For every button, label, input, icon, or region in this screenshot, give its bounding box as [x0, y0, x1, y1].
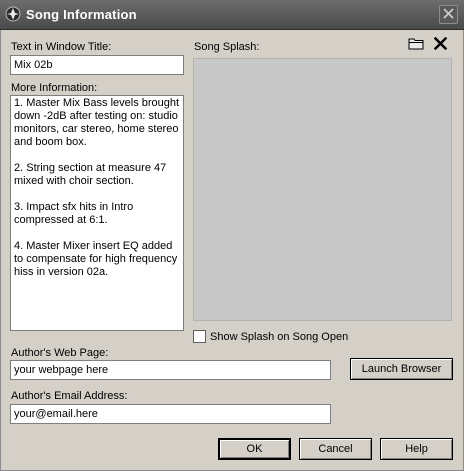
launch-browser-button[interactable]: Launch Browser	[350, 358, 453, 380]
folder-open-icon	[408, 37, 424, 53]
info-paragraph-4: 4. Master Mixer insert EQ added to compe…	[14, 240, 178, 278]
show-splash-label: Show Splash on Song Open	[210, 331, 349, 343]
author-email-label: Author's Email Address:	[11, 390, 128, 402]
ok-button[interactable]: OK	[218, 438, 291, 460]
cancel-button[interactable]: Cancel	[299, 438, 372, 460]
open-splash-button[interactable]	[407, 37, 425, 53]
author-web-page-label: Author's Web Page:	[11, 347, 109, 359]
info-paragraph-2: 2. String section at measure 47 mixed wi…	[14, 162, 167, 187]
author-email-input[interactable]: your@email.here	[10, 404, 331, 424]
window-title-text-label: Text in Window Title:	[11, 41, 112, 53]
delete-x-icon	[433, 36, 447, 53]
remove-splash-button[interactable]	[431, 36, 449, 53]
show-splash-checkbox[interactable]	[193, 330, 206, 343]
close-button[interactable]	[439, 5, 458, 24]
window-title: Song Information	[26, 7, 137, 22]
more-information-label: More Information:	[11, 82, 98, 94]
window-title-text-input[interactable]: Mix 02b	[10, 55, 184, 75]
song-splash-label: Song Splash:	[194, 41, 260, 53]
title-bar: Song Information	[0, 0, 464, 30]
info-paragraph-1: 1. Master Mix Bass levels brought down -…	[14, 97, 180, 148]
song-splash-image-area	[193, 58, 452, 321]
app-logo-icon	[5, 6, 21, 22]
help-button[interactable]: Help	[380, 438, 453, 460]
info-paragraph-3: 3. Impact sfx hits in Intro compressed a…	[14, 201, 134, 226]
more-information-textarea[interactable]: 1. Master Mix Bass levels brought down -…	[10, 95, 184, 331]
author-web-page-input[interactable]: your webpage here	[10, 360, 331, 380]
close-icon	[443, 7, 454, 22]
